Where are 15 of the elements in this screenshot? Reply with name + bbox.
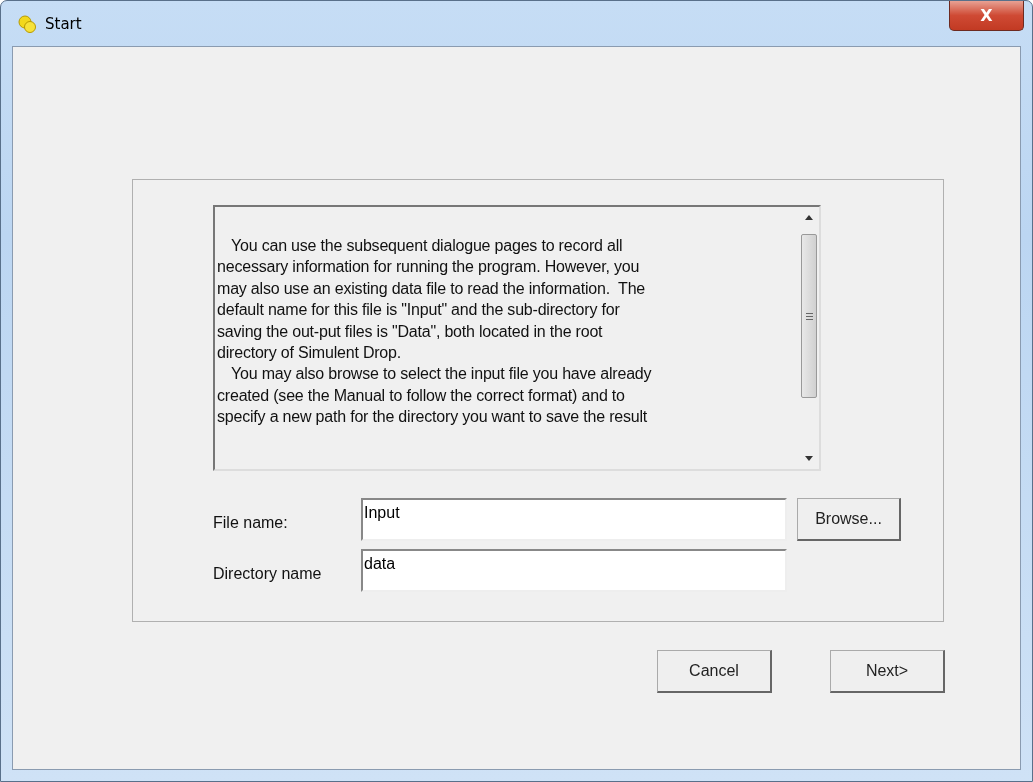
cancel-button[interactable]: Cancel [657,650,772,693]
app-icon [17,13,37,34]
scroll-down-icon[interactable] [805,456,813,461]
window-title: Start [45,14,82,33]
input-field[interactable]: data [361,549,787,592]
scroll-thumb[interactable] [801,234,817,398]
info-paragraph: You can use the subsequent dialogue pages to record all necessary information for running the program. However, you may also use an existing data file to read the information. The default name for this file is "Input" and the sub-directory for saving the out-put files is "Data", both located in the root directory of Simulent Drop. [217,236,647,364]
scroll-up-icon[interactable] [805,215,813,220]
close-button[interactable]: X [949,1,1024,31]
browse-button[interactable]: Browse... [797,498,901,541]
info-paragraph: You may also browse to select the input file you have already created (see the Manual to follow the correct format) and to specify a new path for the directory you want to save the result [217,364,653,428]
input-field[interactable]: Input [361,498,787,541]
next-button[interactable]: Next> [830,650,945,693]
field-label: Directory name [213,563,323,583]
field-label: File name: [213,512,289,532]
